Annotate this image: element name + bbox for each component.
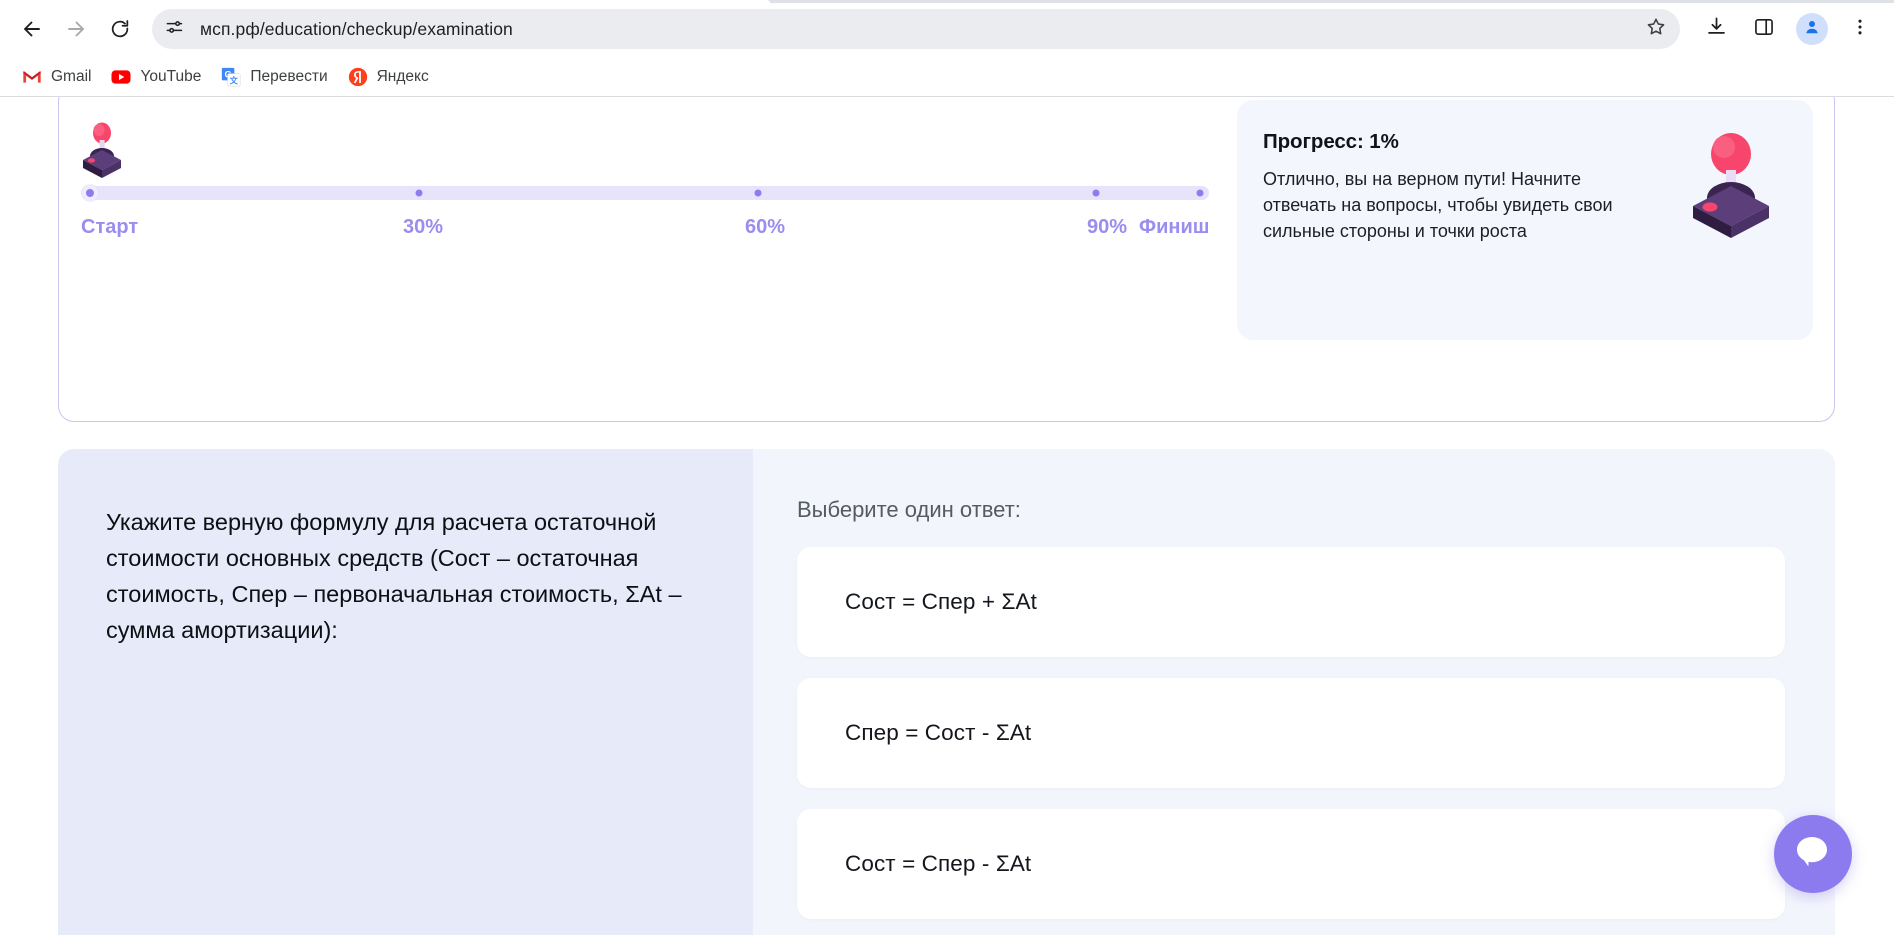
progress-label-30: 30%: [402, 216, 444, 238]
svg-text:文: 文: [230, 76, 239, 86]
active-tab[interactable]: [0, 0, 770, 3]
bookmark-star-button[interactable]: [1640, 13, 1672, 45]
side-panel-icon: [1753, 16, 1775, 43]
browser-chrome: мсп.рф/education/checkup/examination Gma…: [0, 0, 1894, 97]
forward-arrow-icon: [64, 17, 88, 41]
back-button[interactable]: [10, 7, 54, 51]
reload-icon: [109, 18, 131, 40]
chrome-menu-button[interactable]: [1840, 9, 1880, 49]
bookmark-translate[interactable]: G 文 Перевести: [211, 62, 337, 92]
progress-track[interactable]: [81, 184, 1209, 202]
download-icon: [1705, 15, 1728, 43]
bookmarks-bar: Gmail YouTube G 文 Перевести: [0, 58, 1894, 96]
tab-strip: [0, 0, 1894, 3]
joystick-icon: [73, 120, 131, 182]
bookmark-label: Gmail: [51, 68, 92, 85]
bookmark-gmail[interactable]: Gmail: [12, 62, 101, 92]
answers-panel: Выберите один ответ: Сост = Спер + ΣAt С…: [753, 449, 1835, 935]
url-text[interactable]: мсп.рф/education/checkup/examination: [200, 19, 513, 40]
progress-label-60: 60%: [744, 216, 786, 238]
progress-description: Отлично, вы на верном пути! Начните отве…: [1263, 169, 1613, 242]
question-block: Укажите верную формулу для расчета остат…: [58, 449, 1835, 935]
joystick-icon: [1677, 128, 1781, 240]
downloads-button[interactable]: [1696, 9, 1736, 49]
progress-info-panel: Прогресс: 1% Отлично, вы на верном пути!…: [1237, 100, 1813, 340]
answer-option-2[interactable]: Спер = Сост - ΣAt: [797, 678, 1785, 788]
answer-option-label: Сост = Спер - ΣAt: [845, 851, 1032, 876]
answer-option-label: Спер = Сост - ΣAt: [845, 720, 1032, 745]
progress-label-90: 90%: [1086, 216, 1128, 238]
progress-card: Старт 30% 60% 90% Финиш Прогресс: 1% Отл…: [58, 97, 1835, 422]
more-vertical-icon: [1850, 17, 1870, 42]
progress-tick-60: [754, 189, 762, 197]
reload-button[interactable]: [98, 7, 142, 51]
progress-label-finish: Финиш: [1139, 216, 1210, 238]
chat-bubble-icon: [1791, 830, 1835, 879]
browser-toolbar: мсп.рф/education/checkup/examination: [0, 0, 1894, 58]
tune-icon: [164, 17, 184, 42]
back-arrow-icon: [20, 17, 44, 41]
progress-title: Прогресс: 1%: [1263, 130, 1399, 153]
side-panel-button[interactable]: [1744, 9, 1784, 49]
progress-tick-90: [1092, 189, 1100, 197]
answer-option-3[interactable]: Сост = Спер - ΣAt: [797, 809, 1785, 919]
progress-tick-30: [415, 189, 423, 197]
progress-track-wrap: Старт 30% 60% 90% Финиш: [81, 122, 1221, 244]
bookmark-label: Перевести: [250, 68, 328, 85]
answers-label: Выберите один ответ:: [797, 497, 1021, 522]
progress-labels: Старт 30% 60% 90% Финиш: [81, 216, 1221, 244]
bookmark-label: Яндекс: [376, 68, 429, 85]
star-icon: [1645, 16, 1667, 43]
site-info-button[interactable]: [158, 13, 190, 45]
address-bar[interactable]: мсп.рф/education/checkup/examination: [152, 9, 1680, 49]
question-panel: Укажите верную формулу для расчета остат…: [58, 449, 753, 935]
question-text: Укажите верную формулу для расчета остат…: [106, 509, 682, 643]
bookmark-label: YouTube: [140, 68, 202, 85]
person-icon: [1803, 18, 1821, 41]
answer-option-1[interactable]: Сост = Спер + ΣAt: [797, 547, 1785, 657]
forward-button[interactable]: [54, 7, 98, 51]
google-translate-icon: G 文: [221, 67, 241, 87]
progress-tick-start: [81, 184, 99, 202]
page-content: Старт 30% 60% 90% Финиш Прогресс: 1% Отл…: [0, 97, 1894, 935]
gmail-icon: [22, 67, 42, 87]
yandex-icon: [348, 67, 368, 87]
profile-button[interactable]: [1792, 9, 1832, 49]
bookmark-yandex[interactable]: Яндекс: [338, 62, 439, 92]
chat-widget-button[interactable]: [1774, 815, 1852, 893]
bookmark-youtube[interactable]: YouTube: [101, 62, 211, 92]
youtube-icon: [111, 67, 131, 87]
progress-label-start: Старт: [81, 216, 139, 238]
answer-option-label: Сост = Спер + ΣAt: [845, 589, 1037, 614]
progress-tick-finish: [1196, 189, 1204, 197]
avatar: [1796, 13, 1828, 45]
